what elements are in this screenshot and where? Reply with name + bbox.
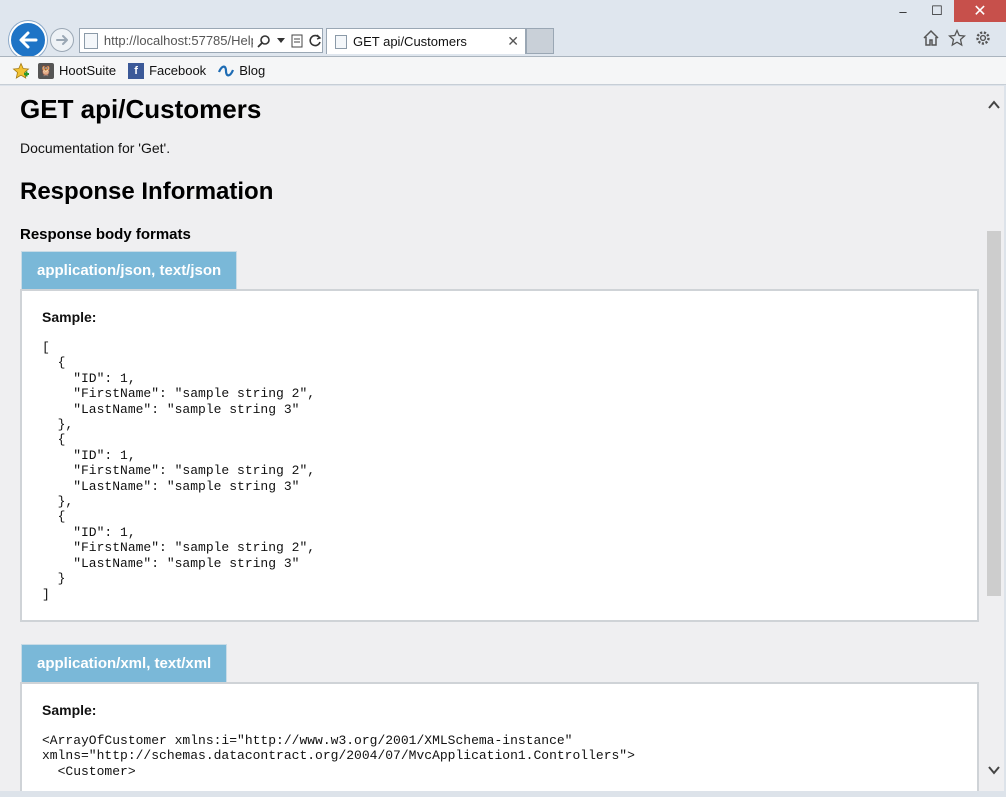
favorite-hootsuite[interactable]: 🦉 HootSuite — [38, 62, 116, 79]
facebook-icon: f — [128, 62, 145, 79]
tab-title: GET api/Customers — [353, 34, 467, 49]
gear-icon[interactable] — [974, 28, 992, 48]
format-xml-section: application/xml, text/xml Sample: <Array… — [20, 643, 979, 791]
window-bottom-border — [0, 791, 1006, 797]
page-description: Documentation for 'Get'. — [20, 140, 171, 156]
close-button[interactable]: ✕ — [954, 0, 1006, 22]
hootsuite-icon: 🦉 — [38, 62, 54, 79]
scroll-down-icon[interactable] — [987, 763, 1001, 777]
scroll-up-icon[interactable] — [987, 98, 1001, 112]
address-bar[interactable]: http://localhost:57785/Help/ — [79, 28, 323, 53]
window-controls: – ☐ ✕ — [886, 0, 1006, 22]
browser-titlebar: – ☐ ✕ http://localhost:57785/Help/ GET a… — [0, 0, 1006, 59]
blog-icon — [218, 63, 235, 79]
address-url[interactable]: http://localhost:57785/Help/ — [104, 33, 253, 48]
scrollbar-thumb[interactable] — [987, 231, 1001, 596]
sample-label: Sample: — [42, 309, 97, 325]
search-icon[interactable] — [257, 34, 271, 48]
maximize-button[interactable]: ☐ — [920, 0, 954, 22]
favorite-facebook[interactable]: f Facebook — [128, 62, 206, 79]
arrow-right-icon — [56, 35, 68, 45]
sample-box-xml: Sample: <ArrayOfCustomer xmlns:i="http:/… — [20, 681, 979, 791]
response-body-formats-heading: Response body formats — [20, 226, 191, 243]
page-content: GET api/Customers Documentation for 'Get… — [0, 94, 984, 791]
compatibility-view-icon[interactable] — [291, 34, 303, 48]
add-favorite-star-icon[interactable] — [12, 62, 30, 80]
tab-close-icon[interactable]: ✕ — [507, 33, 519, 50]
dropdown-icon[interactable] — [277, 37, 285, 44]
favorites-bar: 🦉 HootSuite f Facebook Blog — [0, 56, 1006, 85]
format-tab-json[interactable]: application/json, text/json — [21, 251, 238, 289]
format-json-section: application/json, text/json Sample: [ { … — [20, 251, 979, 622]
arrow-left-icon — [19, 31, 38, 49]
back-button[interactable] — [9, 21, 47, 59]
page-title: GET api/Customers — [20, 94, 262, 124]
format-tab-xml[interactable]: application/xml, text/xml — [21, 643, 228, 682]
minimize-button[interactable]: – — [886, 0, 920, 22]
sample-code-json: [ { "ID": 1, "FirstName": "sample string… — [42, 340, 316, 602]
page-viewport: GET api/Customers Documentation for 'Get… — [0, 86, 984, 791]
sample-box-json: Sample: [ { "ID": 1, "FirstName": "sampl… — [20, 289, 979, 622]
sample-code-xml: <ArrayOfCustomer xmlns:i="http://www.w3.… — [42, 732, 635, 779]
response-information-heading: Response Information — [20, 178, 274, 205]
tab-get-api-customers[interactable]: GET api/Customers ✕ — [326, 28, 526, 54]
sample-label: Sample: — [42, 701, 97, 718]
page-icon — [335, 34, 347, 49]
page-icon — [84, 32, 98, 49]
favorite-blog[interactable]: Blog — [218, 63, 265, 79]
favorites-star-icon[interactable] — [948, 28, 966, 48]
forward-button[interactable] — [50, 28, 74, 52]
new-tab-button[interactable] — [526, 28, 554, 54]
home-icon[interactable] — [922, 28, 940, 48]
vertical-scrollbar[interactable] — [984, 86, 1004, 791]
refresh-icon[interactable] — [309, 34, 322, 47]
